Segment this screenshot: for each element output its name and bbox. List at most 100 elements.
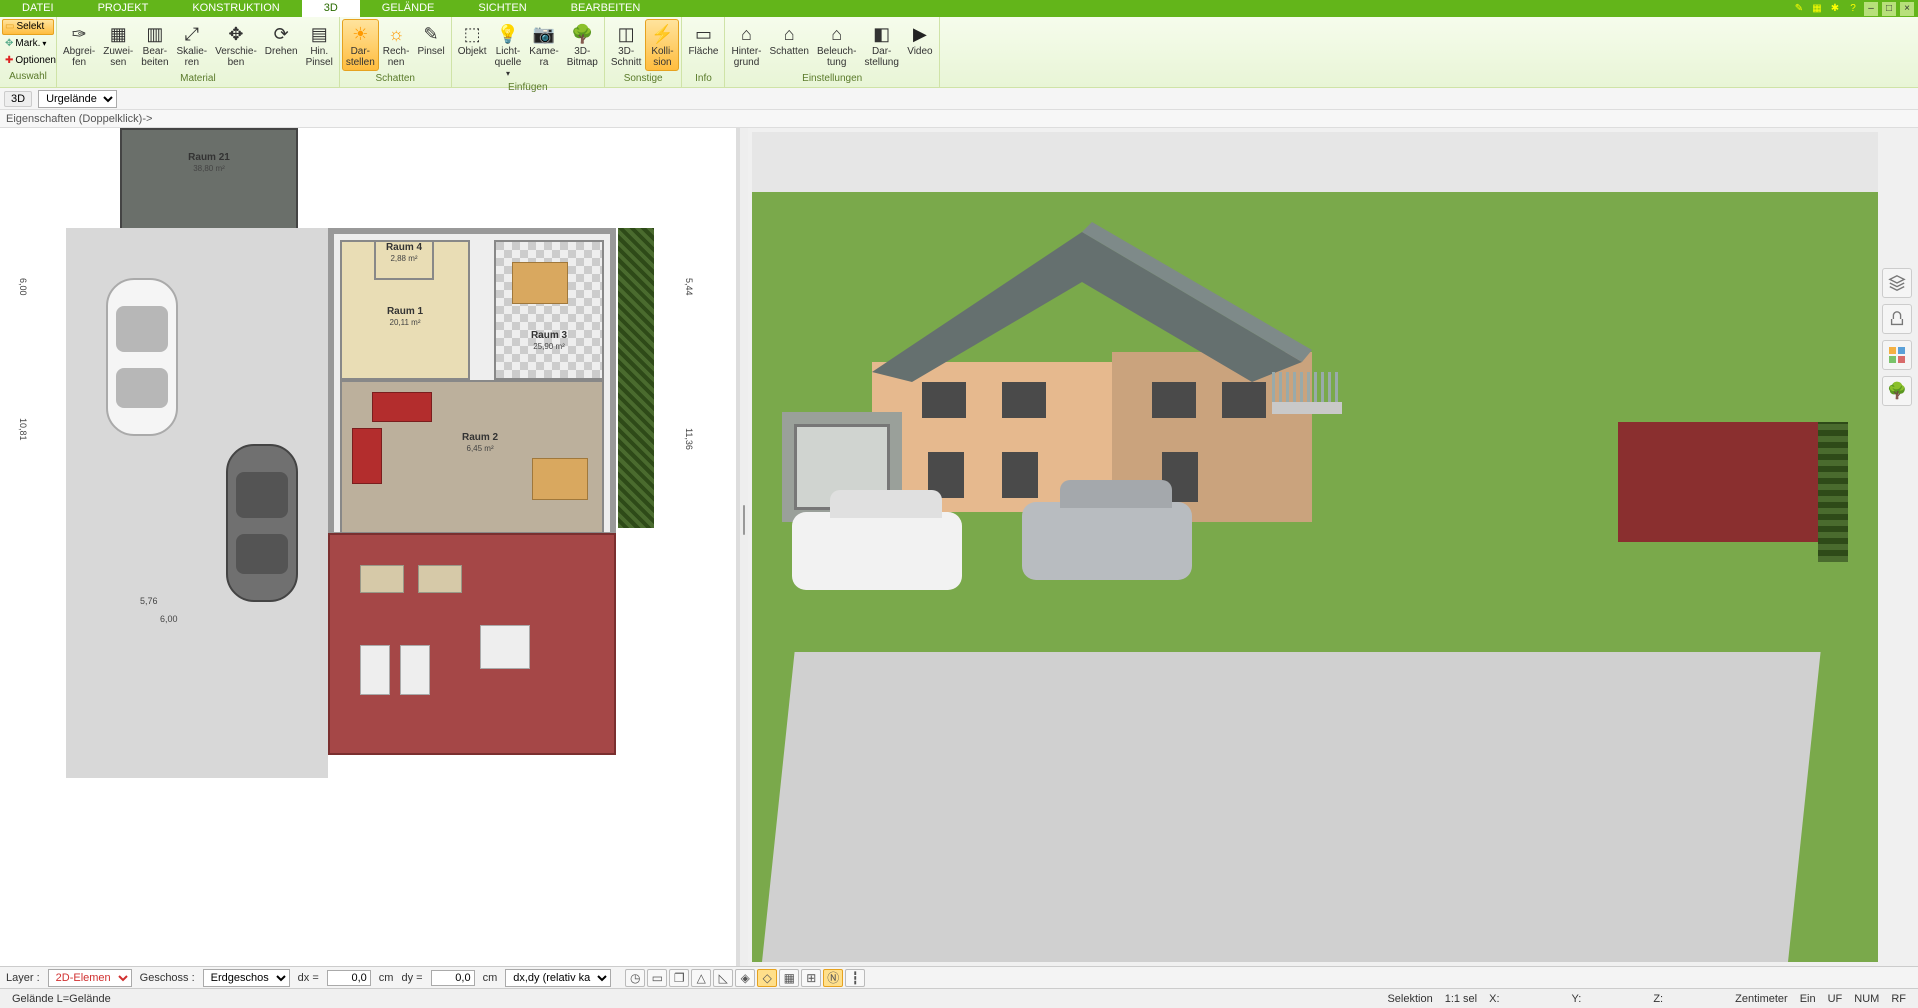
btn-3d-bitmap[interactable]: 🌳3D- Bitmap [563,19,602,71]
btn-drehen[interactable]: ⟳Drehen [261,19,302,60]
bottom-icon-row: ◷ ▭ ❐ △ ◺ ◈ ◇ ▦ ⊞ Ⓝ ┇ [625,969,865,987]
bottom-btn-info[interactable]: ┇ [845,969,865,987]
edit-icon: ▥ [142,22,168,46]
dx-unit: cm [379,972,394,984]
bottom-btn-north[interactable]: Ⓝ [823,969,843,987]
btn-verschieben[interactable]: ✥Verschie- ben [211,19,261,71]
btn-hintergrund[interactable]: ⌂Hinter- grund [727,19,765,71]
plan-car-white[interactable] [106,278,178,436]
render-view[interactable] [752,132,1878,962]
view-mode[interactable]: 3D [4,91,32,107]
help-icon[interactable]: ? [1846,2,1860,16]
tab-datei[interactable]: DATEI [0,0,76,17]
geschoss-label: Geschoss : [140,972,195,984]
group-label-info: Info [682,73,724,87]
bottom-btn-ortho[interactable]: ◇ [757,969,777,987]
plan-hedge[interactable] [618,228,654,528]
dy-input[interactable] [431,970,475,986]
plan-room-4[interactable]: Raum 42,88 m² [374,240,434,280]
tab-konstruktion[interactable]: KONSTRUKTION [170,0,301,17]
dx-label: dx = [298,972,319,984]
btn-rechnen[interactable]: ☼Rech- nen [379,19,414,71]
settings-icon[interactable]: ✱ [1828,2,1842,16]
dx-input[interactable] [327,970,371,986]
render-car-white [792,512,962,590]
tab-gelaende[interactable]: GELÄNDE [360,0,457,17]
side-furniture[interactable] [1882,304,1912,334]
plan-terrace[interactable] [328,533,616,755]
bottom-btn-screen[interactable]: ▭ [647,969,667,987]
pen-icon[interactable]: ✎ [1792,2,1806,16]
btn-hinpinsel[interactable]: ▤Hin. Pinsel [302,19,337,71]
btn-beleuchtung[interactable]: ⌂Beleuch- tung [813,19,860,71]
options-tool[interactable]: ✚Optionen [2,53,54,69]
plan-lounge-1[interactable] [360,565,404,593]
maximize-button[interactable]: □ [1882,2,1896,16]
minimize-button[interactable]: – [1864,2,1878,16]
btn-lichtquelle[interactable]: 💡Licht- quelle▾ [491,19,526,82]
plan-house[interactable]: Raum 120,11 m² Raum 42,88 m² Raum 325,90… [328,228,616,538]
mark-tool[interactable]: ✥Mark.▾ [2,36,54,52]
plan-car-grey[interactable] [226,444,298,602]
render-hedge [1818,422,1848,562]
plan-table[interactable] [532,458,588,500]
view-dropdown[interactable]: Urgelände [38,90,117,108]
btn-pinsel[interactable]: ✎Pinsel [413,19,448,60]
btn-kollision[interactable]: ⚡Kolli- sion [645,19,679,71]
plan-sofa-2[interactable] [352,428,382,484]
bottom-toolbar: Layer : 2D-Elemen Geschoss : Erdgeschos … [0,966,1918,988]
btn-video[interactable]: ▶Video [903,19,937,60]
render-terrace [1618,422,1838,542]
btn-flaeche[interactable]: ▭Fläche [684,19,722,60]
object-icon: ⬚ [459,22,485,46]
plan-room-3[interactable]: Raum 325,90 m² [494,240,604,380]
btn-darstellung[interactable]: ◧Dar- stellung [860,19,902,71]
layer-label: Layer : [6,972,40,984]
plan-dining-table[interactable] [512,262,568,304]
btn-abgreifen[interactable]: ✑Abgrei- fen [59,19,99,71]
coord-mode-select[interactable]: dx,dy (relativ ka [505,969,611,987]
layer-select[interactable]: 2D-Elemen [48,969,132,987]
side-layers[interactable] [1882,268,1912,298]
bottom-btn-grid2[interactable]: ⊞ [801,969,821,987]
view-splitter[interactable] [740,128,748,966]
bottom-btn-grid[interactable]: ▦ [779,969,799,987]
btn-zuweisen[interactable]: ▦Zuwei- sen [99,19,137,71]
side-palette[interactable] [1882,340,1912,370]
select-tool[interactable]: ▭Selekt [2,19,54,35]
bottom-btn-clock[interactable]: ◷ [625,969,645,987]
bottom-btn-measure[interactable]: △ [691,969,711,987]
plan-lounge-2[interactable] [418,565,462,593]
plan-deckchair-1[interactable] [360,645,390,695]
btn-objekt[interactable]: ⬚Objekt [454,19,491,60]
properties-hint[interactable]: Eigenschaften (Doppelklick)-> [0,110,1918,128]
menu-tabs: DATEI PROJEKT KONSTRUKTION 3D GELÄNDE SI… [0,0,1918,17]
tab-sichten[interactable]: SICHTEN [456,0,548,17]
plan-sofa-1[interactable] [372,392,432,422]
status-y: Y: [1566,993,1588,1005]
sun-render-icon: ☀ [347,22,373,46]
bottom-btn-layers[interactable]: ❐ [669,969,689,987]
plan-view[interactable]: Raum 2138,80 m² Raum 120,11 m² Raum 42,8… [0,128,740,966]
btn-darstellen[interactable]: ☀Dar- stellen [342,19,379,71]
close-button[interactable]: × [1900,2,1914,16]
plan-deckchair-2[interactable] [400,645,430,695]
geschoss-select[interactable]: Erdgeschos [203,969,290,987]
tab-3d[interactable]: 3D [302,0,360,17]
plan-garage[interactable]: Raum 2138,80 m² [120,128,298,238]
plan-room-2[interactable]: Raum 26,45 m² [340,380,604,534]
bottom-btn-perspective[interactable]: ◈ [735,969,755,987]
bottom-btn-wall[interactable]: ◺ [713,969,733,987]
tab-bearbeiten[interactable]: BEARBEITEN [549,0,663,17]
btn-kamera[interactable]: 📷Kame- ra [525,19,562,71]
btn-skalieren[interactable]: ⤢Skalie- ren [173,19,212,71]
render-driveway [762,652,1821,962]
plan-outdoor-table[interactable] [480,625,530,669]
side-plants[interactable]: 🌳 [1882,376,1912,406]
btn-bearbeiten[interactable]: ▥Bear- beiten [137,19,172,71]
box-icon[interactable]: ▦ [1810,2,1824,16]
tab-projekt[interactable]: PROJEKT [76,0,171,17]
btn-3d-schnitt[interactable]: ◫3D- Schnitt [607,19,646,71]
group-label-material: Material [57,73,339,87]
btn-schatten[interactable]: ⌂Schatten [765,19,812,60]
